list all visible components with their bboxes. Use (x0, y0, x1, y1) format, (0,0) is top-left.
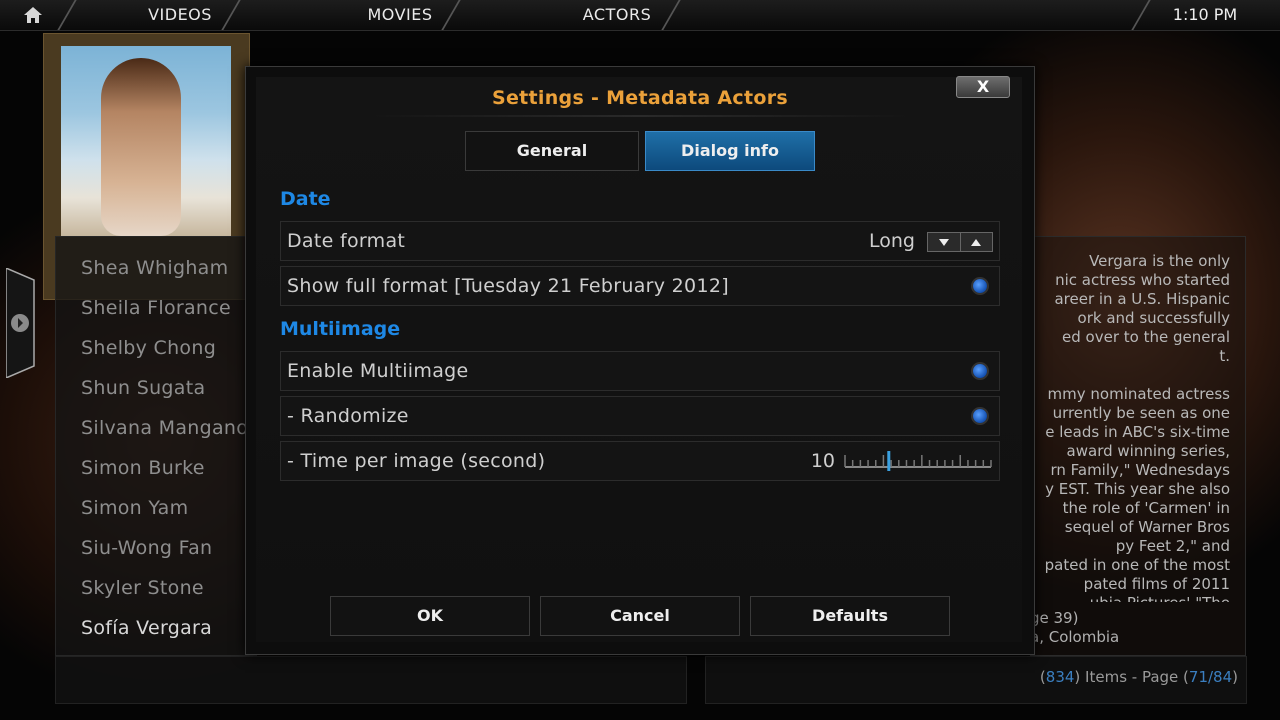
clock: 1:10 PM (1172, 5, 1238, 24)
setting-label: Enable Multiimage (287, 360, 469, 382)
items-page-label: Items - Page (1085, 668, 1179, 686)
bio-line: Vergara is the only (1089, 252, 1230, 270)
page-number: 71/84 (1188, 668, 1233, 686)
bio-line: pated films of 2011 (1083, 575, 1230, 593)
bio-line: areer in a U.S. Hispanic (1054, 290, 1230, 308)
close-button[interactable]: X (956, 76, 1010, 98)
dialog-title: Settings - Metadata Actors (491, 87, 789, 109)
toggle-on-icon[interactable] (973, 364, 987, 378)
actor-age: ge 39) (1030, 609, 1079, 627)
section-multiimage: Multiimage (280, 318, 401, 340)
setting-randomize[interactable]: - Randomize (280, 396, 1000, 436)
tab-general[interactable]: General (465, 131, 639, 171)
top-bar: VIDEOS MOVIES ACTORS 1:10 PM (0, 0, 1280, 31)
bio-line: award winning series, (1066, 442, 1230, 460)
setting-date-format[interactable]: Date format Long (280, 221, 1000, 261)
setting-label: Show full format [Tuesday 21 February 20… (287, 275, 729, 297)
setting-label: - Randomize (287, 405, 409, 427)
spin-control[interactable] (927, 232, 993, 252)
actor-list[interactable]: Shea Whigham Sheila Florance Shelby Chon… (55, 236, 257, 656)
title-divider (366, 115, 914, 117)
page-info: (834) Items - Page (71/84) (1039, 668, 1238, 686)
section-date: Date (280, 188, 331, 210)
side-menu-tab[interactable] (6, 268, 36, 378)
toggle-on-icon[interactable] (973, 409, 987, 423)
setting-enable-multiimage[interactable]: Enable Multiimage (280, 351, 1000, 391)
nav-videos[interactable]: VIDEOS (90, 0, 270, 30)
bottom-panel-left (55, 656, 687, 704)
time-slider[interactable] (843, 450, 993, 472)
defaults-button[interactable]: Defaults (750, 596, 950, 636)
list-item[interactable]: Shea Whigham (81, 257, 228, 279)
list-item[interactable]: Simon Burke (81, 457, 205, 479)
list-item[interactable]: Shelby Chong (81, 337, 216, 359)
bio-line: t. (1219, 347, 1230, 365)
bio-line: urrently be seen as one (1052, 404, 1230, 422)
close-icon: X (976, 77, 990, 96)
arrow-up-icon[interactable] (959, 233, 993, 251)
biography-text: Vergara is the only nic actress who start… (1030, 252, 1232, 602)
bio-line: sequel of Warner Bros (1064, 518, 1230, 536)
toggle-on-icon[interactable] (973, 279, 987, 293)
item-count: 834 (1045, 668, 1075, 686)
tab-dialog-info[interactable]: Dialog info (645, 131, 815, 171)
bio-line: e leads in ABC's six-time (1045, 423, 1230, 441)
bio-line: pated in one of the most (1044, 556, 1230, 574)
list-item[interactable]: Silvana Mangano (81, 417, 248, 439)
setting-label: - Time per image (second) (287, 450, 546, 472)
bio-line: py Feet 2," and (1115, 537, 1230, 555)
list-item[interactable]: Siu-Wong Fan (81, 537, 212, 559)
settings-dialog: Settings - Metadata Actors X General Dia… (245, 66, 1035, 655)
bio-line: mmy nominated actress (1047, 385, 1230, 403)
list-item[interactable]: Skyler Stone (81, 577, 204, 599)
list-item-selected[interactable]: Sofía Vergara (81, 617, 212, 639)
bio-line: ubia Pictures' "The (1030, 594, 1230, 602)
nav-movies[interactable]: MOVIES (310, 0, 490, 30)
list-item[interactable]: Sheila Florance (81, 297, 231, 319)
cancel-button[interactable]: Cancel (540, 596, 740, 636)
actor-thumbnail (61, 46, 231, 236)
ok-button[interactable]: OK (330, 596, 530, 636)
bio-line: y EST. This year she also (1045, 480, 1230, 498)
bio-line: ork and successfully (1077, 309, 1230, 327)
actor-birthplace: a, Colombia (1030, 628, 1120, 646)
setting-show-full-format[interactable]: Show full format [Tuesday 21 February 20… (280, 266, 1000, 306)
list-item[interactable]: Shun Sugata (81, 377, 205, 399)
list-item[interactable]: Simon Yam (81, 497, 188, 519)
setting-time-per-image[interactable]: - Time per image (second) 10 (280, 441, 1000, 481)
home-button[interactable] (0, 0, 66, 30)
bio-line: ed over to the general (1062, 328, 1230, 346)
bio-line: rn Family," Wednesdays (1050, 461, 1230, 479)
arrow-down-icon[interactable] (928, 233, 960, 251)
setting-value: Long (869, 230, 915, 252)
nav-actors[interactable]: ACTORS (527, 0, 707, 30)
bio-line: the role of 'Carmen' in (1062, 499, 1230, 517)
slider-value: 10 (810, 450, 835, 472)
setting-label: Date format (287, 230, 406, 252)
bio-line: nic actress who started (1055, 271, 1230, 289)
home-icon (24, 7, 42, 23)
